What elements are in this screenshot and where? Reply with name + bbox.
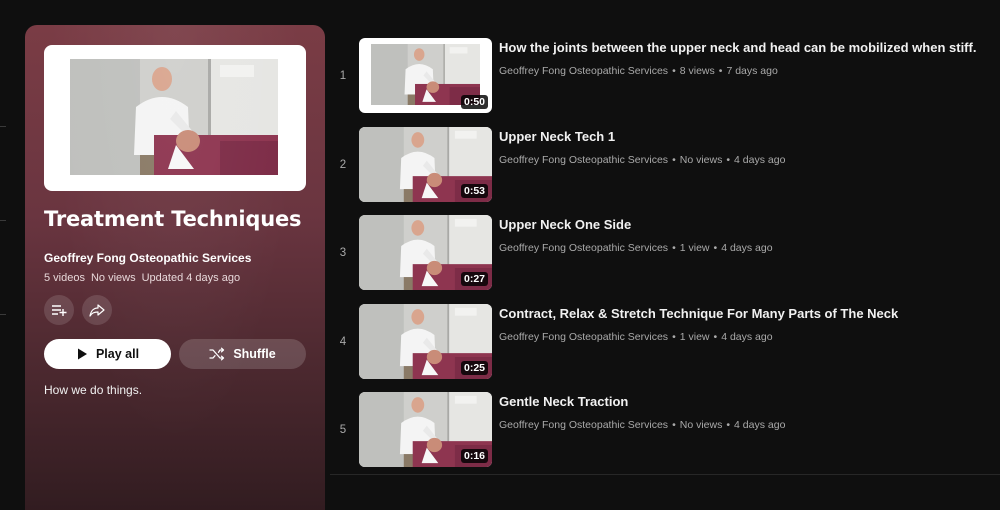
video-age: 4 days ago <box>721 330 773 343</box>
playlist-cover-thumbnail[interactable] <box>44 45 306 191</box>
video-metadata: Geoffrey Fong Osteopathic Services • No v… <box>499 419 786 431</box>
playlist-title: Treatment Techniques <box>44 207 302 231</box>
video-count: 5 videos <box>44 272 85 284</box>
video-age: 4 days ago <box>734 153 786 166</box>
video-metadata: Geoffrey Fong Osteopathic Services • 8 vi… <box>499 65 778 77</box>
duration-badge: 0:25 <box>460 360 488 375</box>
video-views: No views <box>679 153 723 166</box>
video-metadata: Geoffrey Fong Osteopathic Services • 1 vi… <box>499 330 773 343</box>
video-channel[interactable]: Geoffrey Fong Osteopathic Services <box>499 65 668 77</box>
video-index: 3 <box>339 247 347 259</box>
video-views: 1 view <box>679 242 710 254</box>
play-all-button[interactable]: Play all <box>44 339 171 369</box>
video-channel[interactable]: Geoffrey Fong Osteopathic Services <box>499 154 668 166</box>
video-thumbnail[interactable]: 0:27 <box>359 215 492 290</box>
video-thumbnail[interactable]: 0:25 <box>359 303 492 379</box>
video-metadata: Geoffrey Fong Osteopathic Services • No v… <box>499 153 786 166</box>
video-title[interactable]: Upper Neck Tech 1 <box>499 129 999 144</box>
playlist-description: How we do things. <box>44 383 143 397</box>
playlist-header-panel: Treatment Techniques Geoffrey Fong Osteo… <box>25 25 325 510</box>
video-title[interactable]: Upper Neck One Side <box>499 217 999 232</box>
video-row[interactable]: 4 0:25 Contract, Relax & Stretch Techniq… <box>330 303 1000 393</box>
video-views: No views <box>679 419 723 431</box>
video-age: 7 days ago <box>726 65 778 77</box>
video-index: 1 <box>339 70 347 82</box>
playlist-updated: Updated 4 days ago <box>141 272 241 284</box>
playlist-video-list: 1 0:50 How the joints between the upper … <box>330 38 1000 481</box>
duration-badge: 0:16 <box>460 449 488 463</box>
video-index: 4 <box>339 335 347 348</box>
edge-marker <box>0 220 6 221</box>
cover-image <box>70 59 278 175</box>
edge-marker <box>0 314 6 315</box>
playlist-add-icon <box>52 305 67 316</box>
video-row[interactable]: 5 0:16 Gentle Neck Traction Geoffrey Fon… <box>330 392 1000 481</box>
video-channel[interactable]: Geoffrey Fong Osteopathic Services <box>499 331 668 343</box>
video-index: 5 <box>339 424 347 436</box>
video-age: 4 days ago <box>721 242 773 254</box>
video-thumbnail[interactable]: 0:50 <box>359 38 492 113</box>
playlist-views: No views <box>90 272 136 284</box>
shuffle-button[interactable]: Shuffle <box>179 339 306 369</box>
save-playlist-button[interactable] <box>44 295 74 325</box>
playlist-stats: 5 videos No views Updated 4 days ago <box>44 272 240 284</box>
video-index: 2 <box>339 158 347 171</box>
video-thumbnail[interactable]: 0:16 <box>359 392 492 467</box>
shuffle-label: Shuffle <box>233 347 276 361</box>
playlist-channel-link[interactable]: Geoffrey Fong Osteopathic Services <box>44 251 251 265</box>
video-row[interactable]: 3 0:27 Upper Neck One Side Geoffrey Fong… <box>330 215 1000 304</box>
video-age: 4 days ago <box>734 419 786 431</box>
video-row[interactable]: 2 0:53 Upper Neck Tech 1 Geoffrey Fong O… <box>330 126 1000 216</box>
video-row[interactable]: 1 0:50 How the joints between the upper … <box>330 38 1000 127</box>
play-all-label: Play all <box>95 347 140 361</box>
duration-badge: 0:53 <box>460 183 488 198</box>
video-views: 1 view <box>679 330 710 343</box>
shuffle-icon <box>209 347 225 361</box>
video-channel[interactable]: Geoffrey Fong Osteopathic Services <box>499 242 668 254</box>
video-thumbnail[interactable]: 0:53 <box>359 126 492 202</box>
list-divider <box>330 474 1000 475</box>
duration-badge: 0:27 <box>460 272 488 286</box>
video-channel[interactable]: Geoffrey Fong Osteopathic Services <box>499 419 668 431</box>
video-title[interactable]: Gentle Neck Traction <box>499 394 999 409</box>
video-views: 8 views <box>679 65 715 77</box>
video-title[interactable]: Contract, Relax & Stretch Technique For … <box>499 306 999 321</box>
share-button[interactable] <box>82 295 112 325</box>
play-icon <box>77 348 87 360</box>
duration-badge: 0:50 <box>460 95 488 109</box>
video-metadata: Geoffrey Fong Osteopathic Services • 1 vi… <box>499 242 773 254</box>
share-icon <box>89 304 105 317</box>
video-title[interactable]: How the joints between the upper neck an… <box>499 40 999 55</box>
edge-marker <box>0 126 6 127</box>
